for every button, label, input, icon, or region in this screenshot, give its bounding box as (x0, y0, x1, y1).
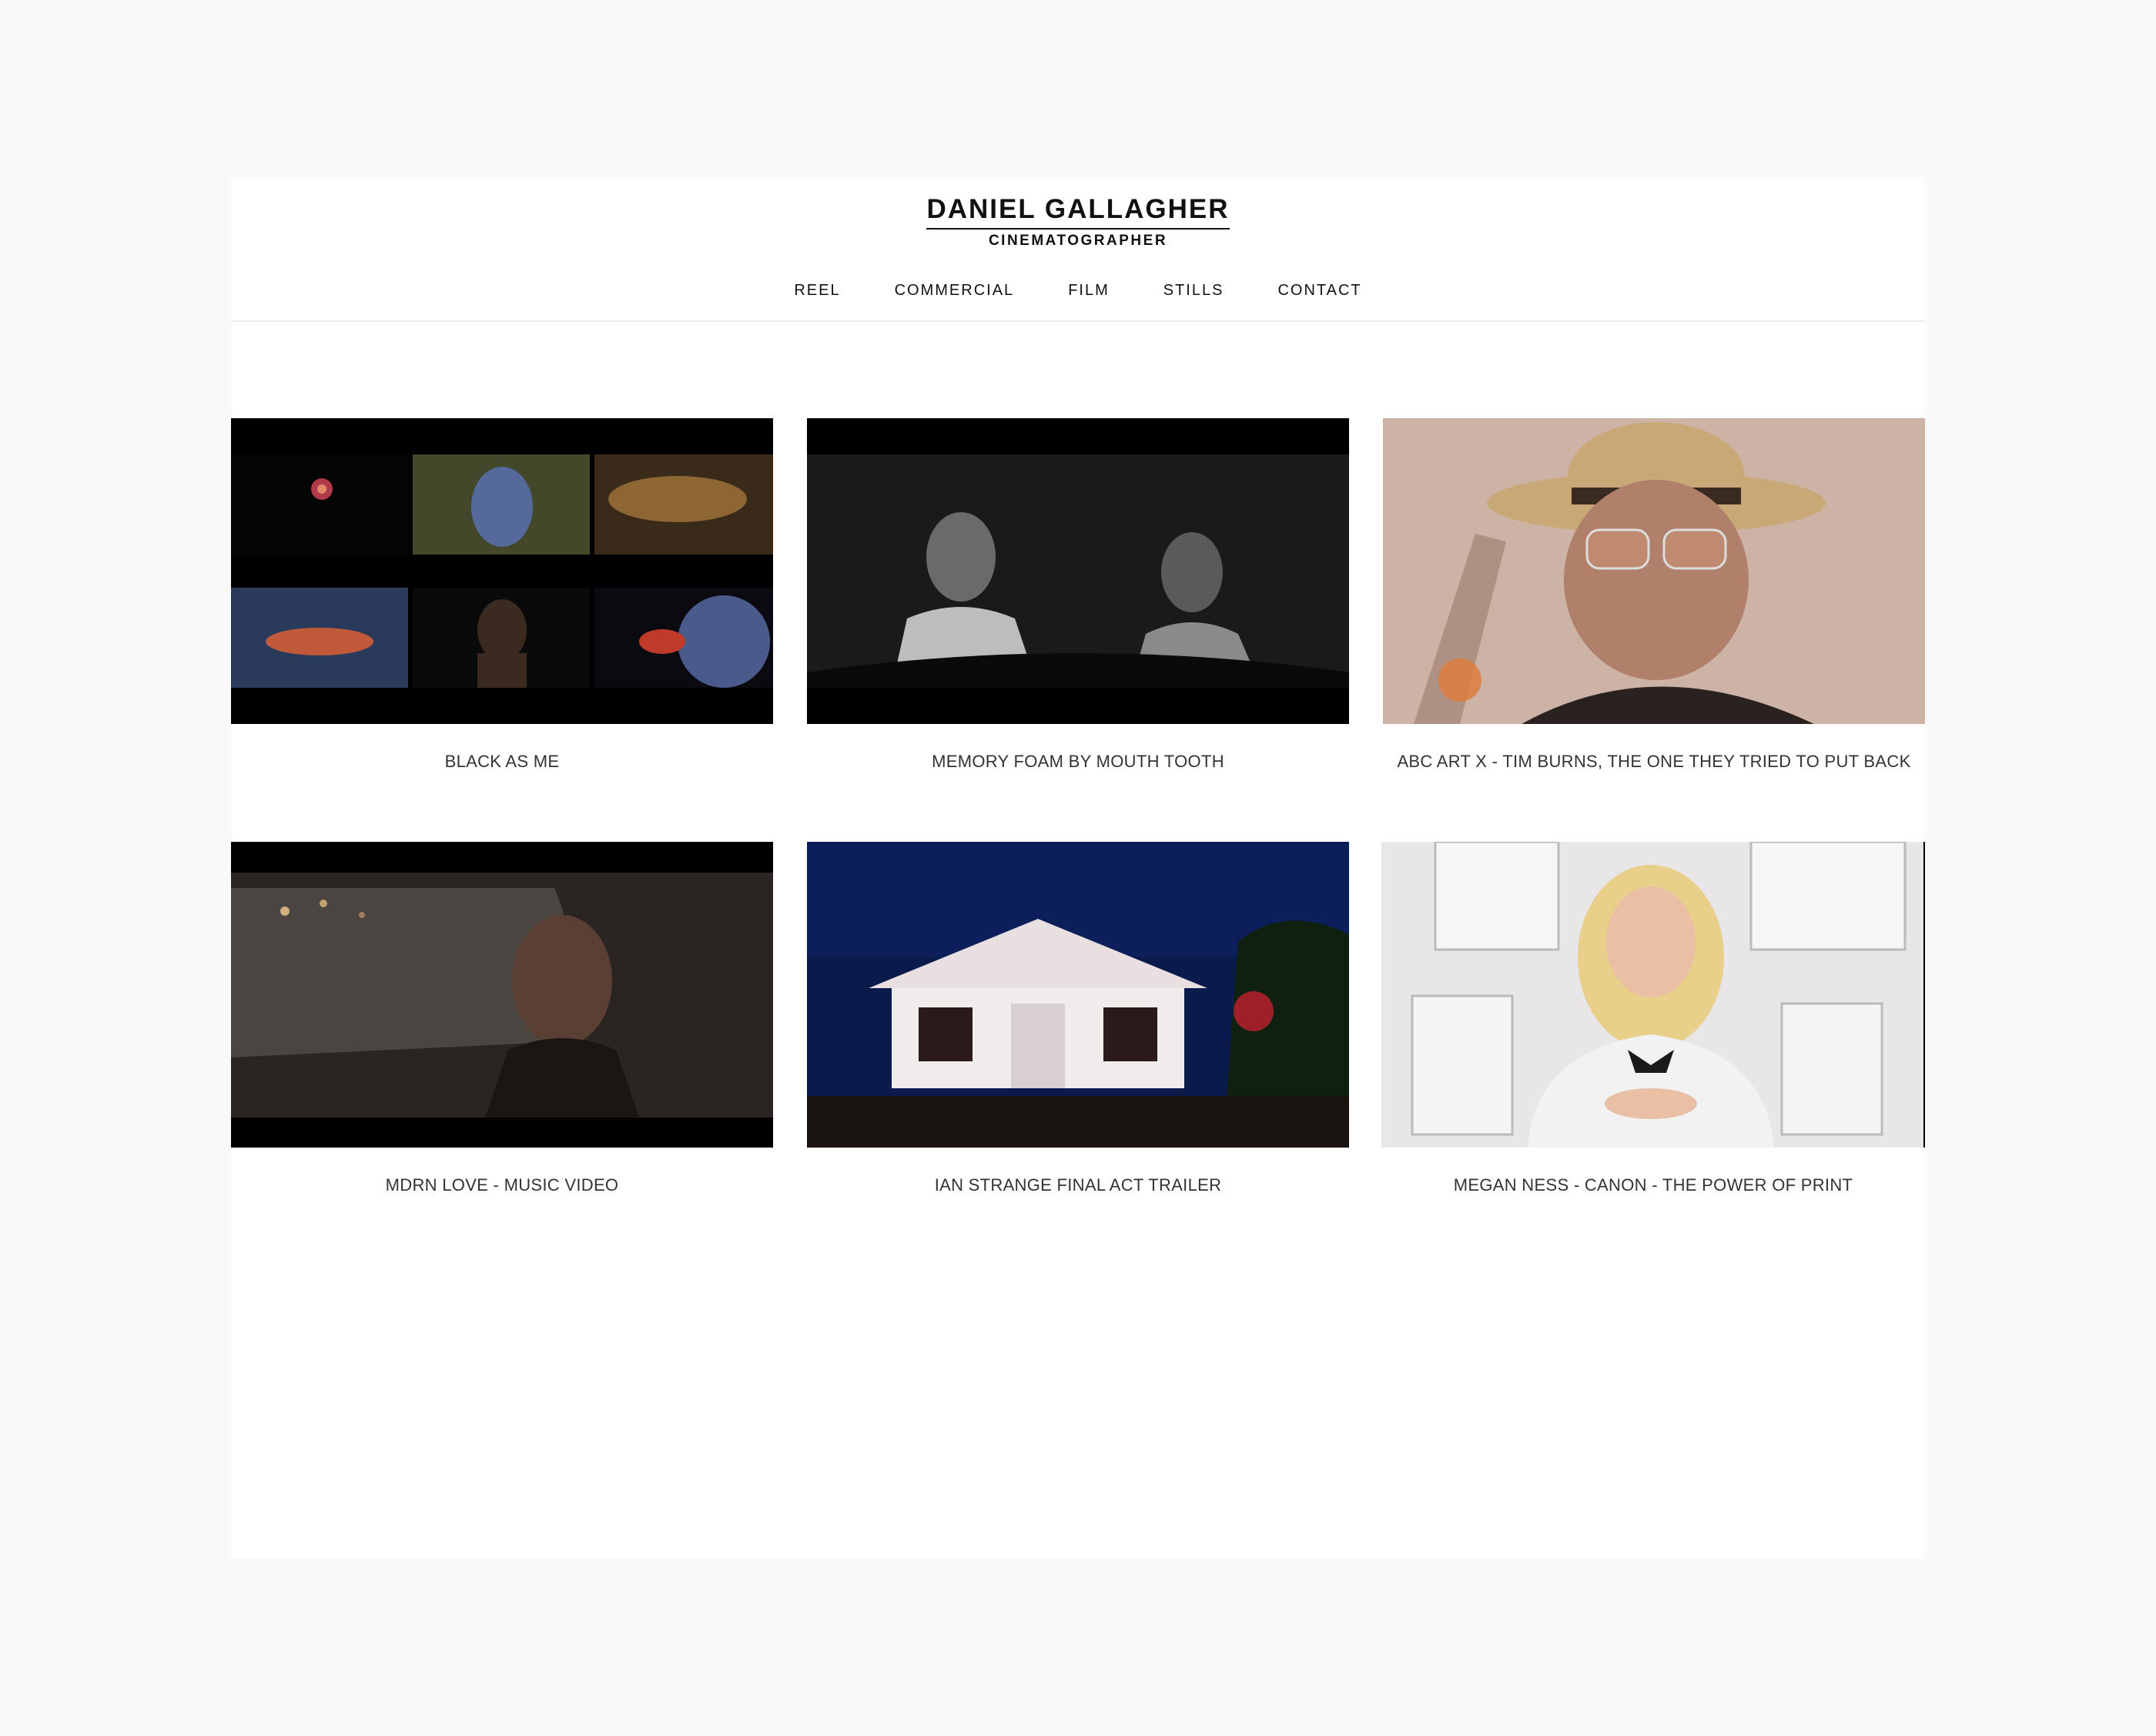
project-title[interactable]: IAN STRANGE FINAL ACT TRAILER (807, 1175, 1349, 1195)
nav-item-commercial[interactable]: COMMERCIAL (895, 282, 1015, 300)
project-card-mdrn-love[interactable]: MDRN LOVE - MUSIC VIDEO (231, 842, 773, 1195)
project-title[interactable]: BLACK AS ME (231, 752, 773, 772)
thumbnail-image (231, 842, 773, 1148)
project-thumbnail[interactable] (807, 418, 1349, 724)
project-thumbnail[interactable] (1381, 842, 1925, 1148)
project-title[interactable]: MEMORY FOAM BY MOUTH TOOTH (807, 752, 1349, 772)
main-nav: REEL COMMERCIAL FILM STILLS CONTACT (231, 282, 1925, 300)
project-thumbnail[interactable] (231, 418, 773, 724)
project-thumbnail[interactable] (231, 842, 773, 1148)
site-logo[interactable]: DANIEL GALLAGHER CINEMATOGRAPHER (231, 194, 1925, 250)
logo-name: DANIEL GALLAGHER (926, 194, 1230, 230)
project-card-megan-ness[interactable]: MEGAN NESS - CANON - THE POWER OF PRINT (1381, 842, 1925, 1195)
project-title[interactable]: MEGAN NESS - CANON - THE POWER OF PRINT (1381, 1175, 1925, 1195)
project-thumbnail[interactable] (807, 842, 1349, 1148)
project-title[interactable]: MDRN LOVE - MUSIC VIDEO (231, 1175, 773, 1195)
project-title[interactable]: ABC ART X - TIM BURNS, THE ONE THEY TRIE… (1383, 752, 1925, 772)
project-card-ian-strange[interactable]: IAN STRANGE FINAL ACT TRAILER (807, 842, 1349, 1195)
project-card-memory-foam[interactable]: MEMORY FOAM BY MOUTH TOOTH (807, 418, 1349, 772)
project-thumbnail[interactable] (1383, 418, 1925, 724)
site-header: DANIEL GALLAGHER CINEMATOGRAPHER REEL CO… (231, 177, 1925, 322)
nav-item-contact[interactable]: CONTACT (1277, 282, 1361, 300)
thumbnail-image (1381, 842, 1923, 1148)
page-container: DANIEL GALLAGHER CINEMATOGRAPHER REEL CO… (231, 177, 1925, 1559)
nav-item-reel[interactable]: REEL (794, 282, 840, 300)
logo-tagline: CINEMATOGRAPHER (988, 233, 1168, 249)
thumbnail-image (1383, 418, 1925, 724)
nav-item-film[interactable]: FILM (1068, 282, 1110, 300)
project-card-black-as-me[interactable]: BLACK AS ME (231, 418, 773, 772)
thumbnail-image (231, 418, 773, 724)
nav-item-stills[interactable]: STILLS (1163, 282, 1224, 300)
thumbnail-image (807, 418, 1349, 724)
project-card-abc-art-x[interactable]: ABC ART X - TIM BURNS, THE ONE THEY TRIE… (1383, 418, 1925, 772)
thumbnail-image (807, 842, 1349, 1148)
